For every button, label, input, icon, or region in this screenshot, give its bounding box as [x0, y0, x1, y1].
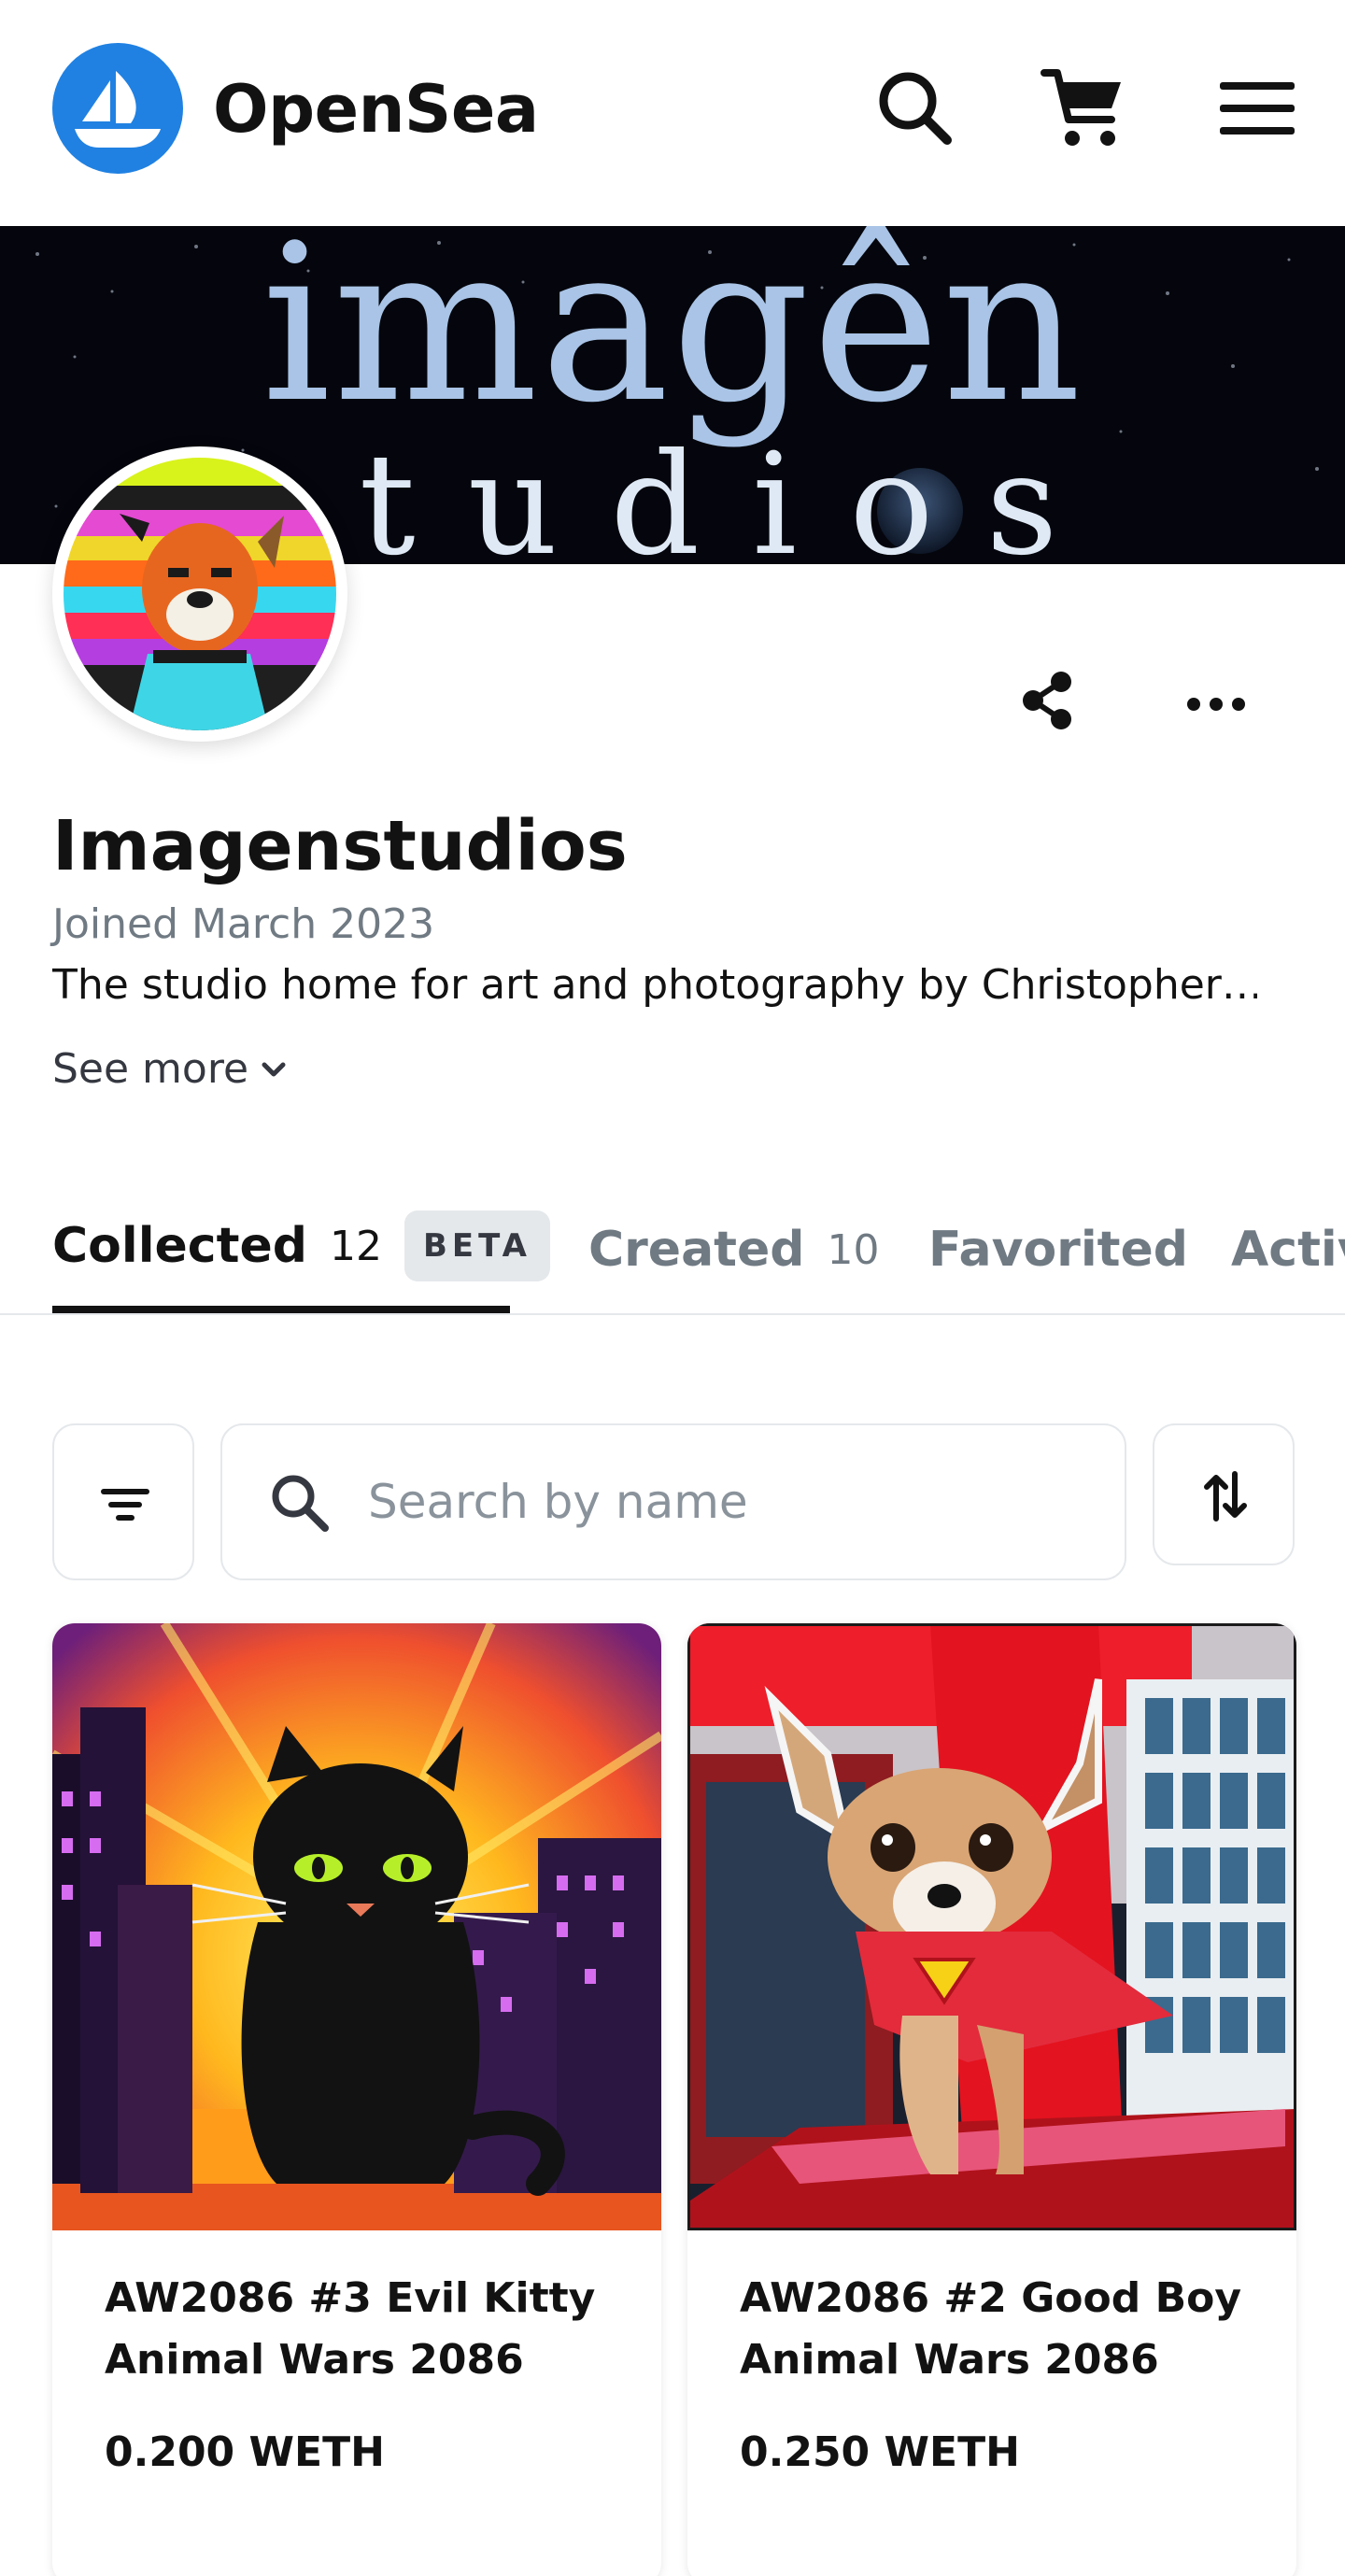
banner-title-line1: imagên — [262, 226, 1083, 450]
tab-label: Created — [588, 1222, 805, 1278]
tab-favorited[interactable]: Favorited — [928, 1186, 1188, 1313]
tab-activity[interactable]: Activity — [1231, 1186, 1345, 1313]
share-icon[interactable] — [1011, 663, 1085, 738]
tab-count: 12 — [329, 1222, 382, 1270]
tab-created[interactable]: Created 10 — [588, 1186, 880, 1313]
sort-arrows-icon — [1204, 1471, 1247, 1522]
opensea-logo-icon[interactable] — [52, 43, 183, 174]
filter-icon — [101, 1489, 149, 1521]
brand-name[interactable]: OpenSea — [213, 67, 539, 151]
nft-price: 0.250 WETH — [740, 2428, 1020, 2476]
profile-name: Imagenstudios — [52, 806, 628, 886]
search-input[interactable] — [368, 1425, 1097, 1578]
beta-badge: BETA — [404, 1210, 550, 1281]
tab-label: Favorited — [928, 1222, 1189, 1278]
banner-title-line2: studios — [234, 424, 1110, 564]
see-more-label: See more — [52, 1045, 249, 1093]
search-field[interactable] — [220, 1423, 1126, 1580]
tab-count: 10 — [827, 1225, 880, 1274]
profile-bio: The studio home for art and photography … — [52, 961, 1257, 1009]
tab-collected[interactable]: Collected 12 BETA — [52, 1186, 550, 1313]
nft-title[interactable]: AW2086 #2 Good Boy Animal Wars 2086 — [740, 2268, 1263, 2391]
sort-button[interactable] — [1153, 1423, 1295, 1565]
filter-button[interactable] — [52, 1423, 194, 1580]
profile-avatar[interactable] — [52, 446, 347, 742]
tab-label: Activity — [1231, 1222, 1345, 1278]
tab-label: Collected — [52, 1218, 307, 1274]
nft-card[interactable]: AW2086 #3 Evil Kitty Animal Wars 2086 0.… — [52, 1623, 661, 2576]
menu-icon[interactable] — [1212, 64, 1302, 153]
profile-tabs: Collected 12 BETA Created 10 Favorited A… — [0, 1186, 1345, 1315]
nft-price: 0.200 WETH — [105, 2428, 385, 2476]
nft-title[interactable]: AW2086 #3 Evil Kitty Animal Wars 2086 — [105, 2268, 628, 2391]
cart-icon[interactable] — [1039, 64, 1128, 153]
search-icon — [272, 1475, 329, 1532]
see-more-button[interactable]: See more — [52, 1041, 288, 1097]
joined-date: Joined March 2023 — [52, 900, 435, 948]
more-options-icon[interactable] — [1179, 663, 1253, 738]
search-icon[interactable] — [871, 64, 960, 153]
nft-image-evil-kitty[interactable] — [52, 1623, 661, 2230]
chevron-down-icon — [262, 1062, 286, 1077]
nft-image-good-boy[interactable] — [687, 1623, 1296, 2230]
nft-card[interactable]: AW2086 #2 Good Boy Animal Wars 2086 0.25… — [687, 1623, 1296, 2576]
top-navigation-bar: OpenSea — [0, 0, 1345, 226]
